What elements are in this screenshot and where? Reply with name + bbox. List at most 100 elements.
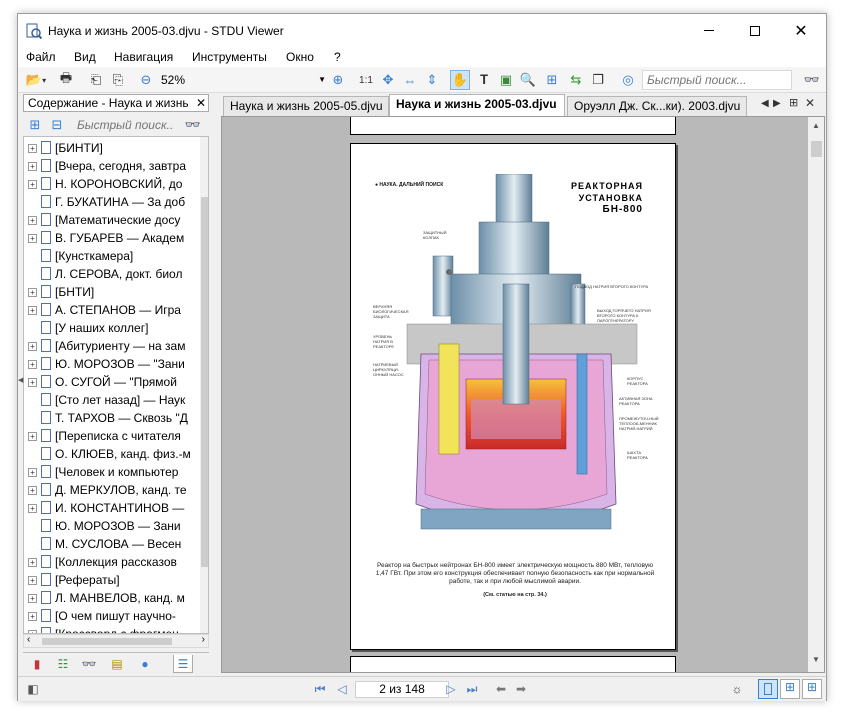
tabs-list-icon[interactable]: ⊞ [789, 96, 798, 109]
expand-icon[interactable]: + [28, 378, 37, 387]
tree-item[interactable]: + [БНТИ] [24, 283, 199, 301]
expand-icon[interactable]: + [28, 288, 37, 297]
expand-icon[interactable]: + [28, 576, 37, 585]
tree-item[interactable]: Г. БУКАТИНА — За доб [24, 193, 199, 211]
sidebar-search-input[interactable] [73, 116, 178, 134]
tabs-scroll-right-icon[interactable]: ▶ [773, 98, 781, 109]
sync-button[interactable]: ⇆ [566, 70, 586, 90]
tree-item[interactable]: + [БИНТИ] [24, 139, 199, 157]
tree-item[interactable]: + [Математические досу [24, 211, 199, 229]
expand-icon[interactable]: + [28, 558, 37, 567]
tab-layers[interactable]: ● [135, 655, 155, 673]
tree-item[interactable]: О. КЛЮЕВ, канд. физ.-м [24, 445, 199, 463]
tree-item[interactable]: Л. СЕРОВА, докт. биол [24, 265, 199, 283]
expand-icon[interactable]: + [28, 342, 37, 351]
tree-item[interactable]: + Н. КОРОНОВСКИЙ, до [24, 175, 199, 193]
menu-file[interactable]: Файл [26, 50, 56, 64]
previous-page-button[interactable]: ⎗ [86, 70, 106, 90]
search-go-button[interactable]: 👓 [802, 70, 822, 90]
tree-item[interactable]: + [Коллекция рассказов [24, 553, 199, 571]
tree-horizontal-scrollbar[interactable]: ‹ › [23, 634, 209, 648]
tree-item[interactable]: +[Кроссворд с фрагмен [24, 625, 199, 633]
prev-page-button[interactable]: ◁ [333, 680, 351, 698]
chevron-up-icon[interactable]: ▲ [812, 121, 820, 130]
expand-icon[interactable]: + [28, 468, 37, 477]
expand-icon[interactable]: + [28, 180, 37, 189]
expand-icon[interactable]: + [28, 594, 37, 603]
expand-icon[interactable]: + [28, 432, 37, 441]
tree-item[interactable]: + В. ГУБАРЕВ — Академ [24, 229, 199, 247]
tree-item[interactable]: + Ю. МОРОЗОВ — "Зани [24, 355, 199, 373]
select-text-button[interactable]: 𝐓 [474, 70, 494, 90]
tree-vertical-scrollbar[interactable] [200, 137, 208, 633]
tab-notes[interactable]: ▤ [107, 655, 127, 673]
open-button[interactable]: 📂 ▾ [22, 70, 50, 90]
fit-height-button[interactable]: ⇕ [422, 70, 442, 90]
find-button[interactable]: 🔍 [518, 70, 538, 90]
menu-help[interactable]: ? [334, 50, 341, 64]
last-page-button[interactable]: ⏭ [463, 680, 481, 698]
expand-all-button[interactable]: ⊞ [25, 115, 45, 135]
fit-page-button[interactable]: ✥ [378, 70, 398, 90]
actual-size-button[interactable]: 1:1 [356, 70, 376, 90]
copy-button[interactable]: ❐ [588, 70, 608, 90]
document-vertical-scrollbar[interactable]: ▲ ▼ [808, 117, 824, 672]
next-page-status-button[interactable]: ▷ [442, 680, 460, 698]
expand-icon[interactable]: + [28, 144, 37, 153]
tree-item[interactable]: [Сто лет назад] — Наук [24, 391, 199, 409]
tab-document-1[interactable]: Наука и жизнь 2005-05.djvu [223, 96, 389, 116]
sidebar-close-button[interactable]: ✕ [194, 94, 208, 112]
zoom-in-button[interactable]: ⊕ [328, 70, 348, 90]
scroll-thumb[interactable] [201, 197, 208, 567]
zoom-combo[interactable]: 52% ▼ [156, 71, 328, 89]
tree-item[interactable]: Т. ТАРХОВ — Сквозь "Д [24, 409, 199, 427]
facing-pages-view-button[interactable]: ⊞ [802, 679, 822, 699]
bookmark-add-button[interactable]: ⊞ [542, 70, 562, 90]
expand-icon[interactable]: + [28, 306, 37, 315]
tab-search[interactable]: 👓 [79, 655, 99, 673]
menu-view[interactable]: Вид [74, 50, 96, 64]
first-page-button[interactable]: ⏮ [311, 680, 329, 698]
tab-thumbnails[interactable]: ☷ [53, 655, 73, 673]
tree-item[interactable]: + [Человек и компьютер [24, 463, 199, 481]
night-mode-button[interactable]: ☼ [728, 680, 746, 698]
expand-icon[interactable]: + [28, 360, 37, 369]
continuous-view-button[interactable]: ⊞ [780, 679, 800, 699]
tree-item[interactable]: + [Вчера, сегодня, завтра [24, 157, 199, 175]
sidebar-search-go-button[interactable]: 👓 [183, 115, 203, 135]
single-page-view-button[interactable] [758, 679, 778, 699]
tree-item[interactable]: + [Переписка с читателя [24, 427, 199, 445]
expand-icon[interactable]: + [28, 504, 37, 513]
page-indicator[interactable]: 2 из 148 [355, 681, 449, 698]
tree-item[interactable]: + [Рефераты] [24, 571, 199, 589]
close-button[interactable]: ✕ [778, 14, 824, 47]
tree-item[interactable]: Ю. МОРОЗОВ — Зани [24, 517, 199, 535]
quick-search-input[interactable] [642, 70, 792, 90]
menu-window[interactable]: Окно [286, 50, 314, 64]
toggle-sidebar-button[interactable]: ◧ [24, 680, 42, 698]
zoom-out-button[interactable]: ⊖ [136, 70, 156, 90]
document-view[interactable]: ● НАУКА. ДАЛЬНИЙ ПОИСК РЕАКТОРНАЯ УСТАНО… [221, 116, 825, 673]
tree-item[interactable]: + А. СТЕПАНОВ — Игра [24, 301, 199, 319]
tab-contents[interactable]: ☰ [173, 655, 193, 673]
fit-width-button[interactable]: ⇔ [400, 70, 420, 90]
expand-icon[interactable]: + [28, 216, 37, 225]
tree-item[interactable]: + Д. МЕРКУЛОВ, канд. те [24, 481, 199, 499]
tab-document-3[interactable]: Оруэлл Дж. Ск...ки). 2003.djvu [567, 96, 747, 116]
minimize-button[interactable] [686, 14, 732, 47]
expand-icon[interactable]: + [28, 612, 37, 621]
back-button[interactable]: ⬅ [492, 680, 510, 698]
hand-tool-button[interactable]: ✋ [450, 70, 470, 90]
expand-icon[interactable]: + [28, 162, 37, 171]
tabs-scroll-left-icon[interactable]: ◀ [761, 98, 769, 109]
search-options-button[interactable]: ◎ [618, 70, 638, 90]
forward-button[interactable]: ➡ [512, 680, 530, 698]
next-page-button[interactable]: ⎘ [108, 70, 128, 90]
close-tab-icon[interactable]: ✕ [805, 96, 815, 110]
menu-navigation[interactable]: Навигация [114, 50, 173, 64]
tree-item[interactable]: [У наших коллег] [24, 319, 199, 337]
collapse-all-button[interactable]: ⊟ [47, 115, 67, 135]
menu-tools[interactable]: Инструменты [192, 50, 267, 64]
maximize-button[interactable] [732, 14, 778, 47]
tree-item[interactable]: + Л. МАНВЕЛОВ, канд. м [24, 589, 199, 607]
